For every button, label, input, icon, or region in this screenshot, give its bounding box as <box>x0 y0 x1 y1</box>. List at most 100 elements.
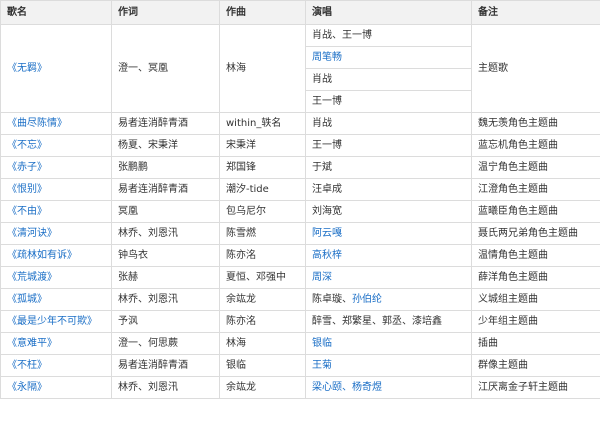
table-row: 《曲尽陈情》 易者连消醉青酒 within_轶名 肖战 魏无羡角色主题曲 <box>0 112 600 135</box>
song-title-link[interactable]: 《恨别》 <box>7 184 47 195</box>
table-row: 《不枉》 易者连消醉青酒 银临 王菊 群像主题曲 <box>0 354 600 377</box>
singer-link[interactable]: 周笔畅 <box>312 52 342 63</box>
song-title-cell: 《曲尽陈情》 <box>0 112 112 135</box>
header-note: 备注 <box>471 0 600 25</box>
song-title-link[interactable]: 《疏林如有诉》 <box>7 250 77 261</box>
song-title-link[interactable]: 《无羁》 <box>7 63 47 74</box>
singer-cell: 周笔畅 <box>305 46 472 69</box>
singer-cell: 刘海宽 <box>305 200 472 223</box>
note-cell: 聂氏两兄弟角色主题曲 <box>471 222 600 245</box>
soundtrack-table: 歌名 作词 作曲 演唱 备注 《无羁》 澄一、冥凰 林海 肖战、王一博 主题歌 … <box>0 0 600 399</box>
singer-cell: 梁心颐、杨奇煜 <box>305 376 472 399</box>
song-title-link[interactable]: 《不忘》 <box>7 140 47 151</box>
note-cell: 江澄角色主题曲 <box>471 178 600 201</box>
singer-cell: 肖战 <box>305 68 472 91</box>
singer-link[interactable]: 梁心颐、杨奇煜 <box>312 382 382 393</box>
song-title-cell: 《赤子》 <box>0 156 112 179</box>
header-composer: 作曲 <box>219 0 306 25</box>
composer-cell: 林海 <box>219 24 306 113</box>
song-title-cell: 《恨别》 <box>0 178 112 201</box>
lyricist-cell: 林乔、刘恩汛 <box>111 288 220 311</box>
note-cell: 江厌离金子轩主题曲 <box>471 376 600 399</box>
singer-cell: 高秋梓 <box>305 244 472 267</box>
table-row: 《荒城渡》 张赫 夏恒、邓强中 周深 薛洋角色主题曲 <box>0 266 600 289</box>
composer-cell: 余竑龙 <box>219 376 306 399</box>
singer-cell: 王菊 <box>305 354 472 377</box>
table-row: 《疏林如有诉》 钟鸟衣 陈亦洺 高秋梓 温情角色主题曲 <box>0 244 600 267</box>
header-singer: 演唱 <box>305 0 472 25</box>
singer-cell: 王一博 <box>305 90 472 113</box>
table-row: 《无羁》 澄一、冥凰 林海 肖战、王一博 主题歌 <box>0 24 600 113</box>
song-title-link[interactable]: 《最是少年不可欺》 <box>7 316 97 327</box>
composer-cell: 陈亦洺 <box>219 244 306 267</box>
lyricist-cell: 张鹏鹏 <box>111 156 220 179</box>
note-cell: 义城组主题曲 <box>471 288 600 311</box>
table-row: 《最是少年不可欺》 予沨 陈亦洺 醉雪、郑繁星、郭丞、漆培鑫 少年组主题曲 <box>0 310 600 333</box>
lyricist-cell: 钟鸟衣 <box>111 244 220 267</box>
lyricist-cell: 易者连消醉青酒 <box>111 112 220 135</box>
table-row: 《意难平》 澄一、何思蕨 林海 银临 插曲 <box>0 332 600 355</box>
composer-cell: within_轶名 <box>219 112 306 135</box>
song-title-link[interactable]: 《曲尽陈情》 <box>7 118 67 129</box>
lyricist-cell: 冥凰 <box>111 200 220 223</box>
song-title-cell: 《永隔》 <box>0 376 112 399</box>
song-title-link[interactable]: 《荒城渡》 <box>7 272 57 283</box>
header-song-title: 歌名 <box>0 0 112 25</box>
song-title-cell: 《荒城渡》 <box>0 266 112 289</box>
song-title-link[interactable]: 《不由》 <box>7 206 47 217</box>
header-row: 歌名 作词 作曲 演唱 备注 <box>0 0 600 25</box>
song-title-cell: 《意难平》 <box>0 332 112 355</box>
song-title-cell: 《最是少年不可欺》 <box>0 310 112 333</box>
note-cell: 薛洋角色主题曲 <box>471 266 600 289</box>
singer-cell: 肖战、王一博 <box>305 24 472 47</box>
header-lyricist: 作词 <box>111 0 220 25</box>
note-cell: 蓝曦臣角色主题曲 <box>471 200 600 223</box>
singer-cell: 肖战 <box>305 112 472 135</box>
note-cell: 温情角色主题曲 <box>471 244 600 267</box>
song-title-link[interactable]: 《孤城》 <box>7 294 47 305</box>
song-title-cell: 《不由》 <box>0 200 112 223</box>
singer-cell: 于斌 <box>305 156 472 179</box>
song-title-link[interactable]: 《不枉》 <box>7 360 47 371</box>
song-title-cell: 《不忘》 <box>0 134 112 157</box>
composer-cell: 陈亦洺 <box>219 310 306 333</box>
composer-cell: 银临 <box>219 354 306 377</box>
song-title-cell: 《孤城》 <box>0 288 112 311</box>
song-title-link[interactable]: 《赤子》 <box>7 162 47 173</box>
note-cell: 主题歌 <box>471 24 600 113</box>
song-title-link[interactable]: 《意难平》 <box>7 338 57 349</box>
singer-link[interactable]: 阿云嘎 <box>312 228 342 239</box>
song-title-cell: 《无羁》 <box>0 24 112 113</box>
note-cell: 温宁角色主题曲 <box>471 156 600 179</box>
lyricist-cell: 易者连消醉青酒 <box>111 354 220 377</box>
singer-link[interactable]: 周深 <box>312 272 332 283</box>
lyricist-cell: 林乔、刘恩汛 <box>111 376 220 399</box>
song-title-cell: 《不枉》 <box>0 354 112 377</box>
singer-cell: 周深 <box>305 266 472 289</box>
composer-cell: 包乌尼尔 <box>219 200 306 223</box>
singer-cell: 王一博 <box>305 134 472 157</box>
lyricist-cell: 张赫 <box>111 266 220 289</box>
singer-link[interactable]: 王菊 <box>312 360 332 371</box>
note-cell: 插曲 <box>471 332 600 355</box>
table-row: 《赤子》 张鹏鹏 郑国锋 于斌 温宁角色主题曲 <box>0 156 600 179</box>
song-title-link[interactable]: 《永隔》 <box>7 382 47 393</box>
composer-cell: 宋秉洋 <box>219 134 306 157</box>
composer-cell: 余竑龙 <box>219 288 306 311</box>
song-title-cell: 《疏林如有诉》 <box>0 244 112 267</box>
lyricist-cell: 杨夏、宋秉洋 <box>111 134 220 157</box>
lyricist-cell: 易者连消醉青酒 <box>111 178 220 201</box>
singer-cell: 阿云嘎 <box>305 222 472 245</box>
singer-link[interactable]: 孙伯纶 <box>352 294 382 305</box>
table-row: 《恨别》 易者连消醉青酒 潮汐-tide 汪卓成 江澄角色主题曲 <box>0 178 600 201</box>
song-title-link[interactable]: 《清河诀》 <box>7 228 57 239</box>
note-cell: 群像主题曲 <box>471 354 600 377</box>
singer-text: 陈卓璇、孙伯纶 <box>312 294 382 305</box>
composer-cell: 林海 <box>219 332 306 355</box>
singer-link[interactable]: 高秋梓 <box>312 250 342 261</box>
lyricist-cell: 澄一、冥凰 <box>111 24 220 113</box>
singer-link[interactable]: 银临 <box>312 338 332 349</box>
composer-cell: 夏恒、邓强中 <box>219 266 306 289</box>
singer-cell: 醉雪、郑繁星、郭丞、漆培鑫 <box>305 310 472 333</box>
table-row: 《不忘》 杨夏、宋秉洋 宋秉洋 王一博 蓝忘机角色主题曲 <box>0 134 600 157</box>
